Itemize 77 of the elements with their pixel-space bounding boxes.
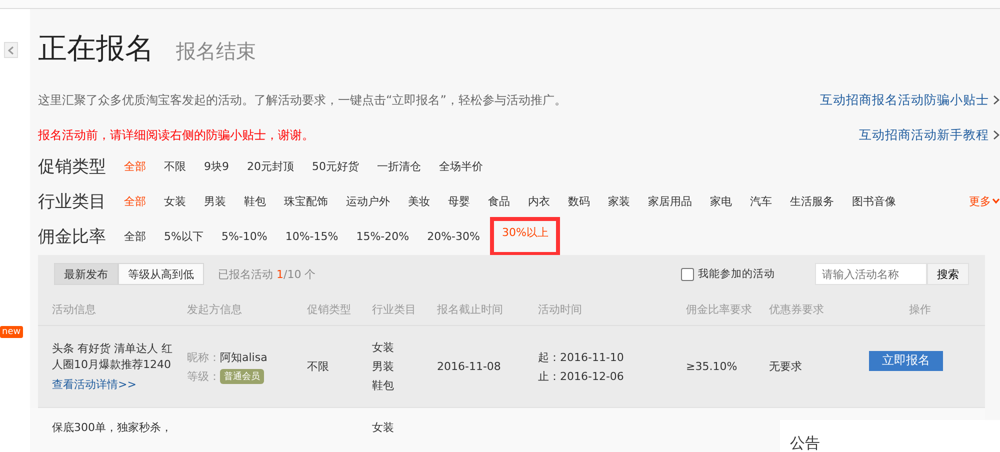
- filter-option[interactable]: 图书音像: [852, 190, 896, 212]
- filter-option[interactable]: 20%-30%: [427, 226, 480, 246]
- promo-type: 不限: [307, 359, 330, 374]
- filter-option[interactable]: 食品: [488, 190, 510, 212]
- filter-option[interactable]: 珠宝配饰: [284, 190, 328, 212]
- column-header: 促销类型: [307, 302, 352, 316]
- chevron-left-icon: [8, 46, 14, 54]
- sort-tab[interactable]: 等级从高到低: [118, 263, 204, 285]
- filter-option[interactable]: 家居用品: [648, 190, 692, 212]
- filter-option[interactable]: 50元好货: [312, 156, 359, 176]
- tips-link[interactable]: 互动招商报名活动防骗小贴士: [820, 92, 1000, 108]
- coupon-requirement: 无要求: [769, 359, 803, 374]
- column-header: 优惠券要求: [769, 302, 825, 316]
- chevron-right-icon: [993, 130, 1000, 140]
- activity-title: 头条 有好货 清单达人 红人圈10月爆款推荐1240: [52, 341, 174, 373]
- category: 女装: [372, 340, 395, 355]
- end-date: 止：2016-12-06: [538, 368, 625, 384]
- filter-option[interactable]: 家装: [608, 190, 630, 212]
- filter-option[interactable]: 10%-15%: [285, 226, 338, 246]
- filter-option[interactable]: 女装: [164, 190, 186, 212]
- checkbox-label: 我能参加的活动: [698, 267, 775, 281]
- column-header: 操作: [908, 302, 932, 316]
- filter-option[interactable]: 内衣: [528, 190, 550, 212]
- commission-rate: ≥35.10%: [686, 360, 738, 373]
- signup-button[interactable]: 立即报名: [869, 350, 943, 370]
- filter-option[interactable]: 20元封顶: [247, 156, 294, 176]
- caret-icon: [992, 198, 1000, 204]
- filter-option[interactable]: 15%-20%: [356, 226, 410, 246]
- filter-option[interactable]: 全场半价: [439, 156, 483, 176]
- search-button[interactable]: 搜索: [927, 263, 969, 285]
- filter-option[interactable]: 母婴: [448, 190, 470, 212]
- column-header: 活动信息: [52, 302, 97, 316]
- notice-title: 公告: [790, 434, 820, 452]
- filter-option[interactable]: 家电: [710, 190, 732, 212]
- category: 鞋包: [372, 378, 395, 393]
- filter-option[interactable]: 一折清仓: [377, 156, 421, 176]
- search-field[interactable]: 请输入活动名称: [815, 263, 927, 285]
- filter-option[interactable]: 汽车: [750, 190, 772, 212]
- sort-tab[interactable]: 最新发布: [54, 263, 118, 285]
- filter-option[interactable]: 美妆: [408, 190, 430, 212]
- details-link[interactable]: 查看活动详情>>: [52, 377, 187, 392]
- nickname-label: 昵称：: [187, 350, 220, 364]
- filter-option[interactable]: 数码: [568, 190, 590, 212]
- nickname: 阿知alisa: [220, 350, 268, 364]
- deadline: 2016-11-08: [437, 360, 502, 373]
- signup-count: 已报名活动 1/10 个: [218, 266, 316, 282]
- tutorial-link[interactable]: 互动招商活动新手教程: [859, 126, 1000, 144]
- column-header: 发起方信息: [187, 302, 243, 316]
- start-date: 起：2016-11-10: [538, 350, 625, 364]
- filter-label: 行业类目: [38, 190, 107, 212]
- filter-option[interactable]: 5%以下: [164, 226, 204, 246]
- filter-option[interactable]: 男装: [204, 190, 226, 212]
- intro-text: 这里汇聚了众多优质淘宝客发起的活动。了解活动要求，一键点击“立即报名”，轻松参与活动推广。: [38, 92, 566, 108]
- category: 女装: [372, 420, 395, 435]
- column-header: 活动时间: [538, 302, 583, 316]
- page-tab[interactable]: 正在报名: [38, 29, 154, 69]
- filter-option[interactable]: 生活服务: [790, 190, 834, 212]
- chevron-right-icon: [993, 95, 1000, 105]
- activity-title: 保底300单，独家秒杀，: [52, 420, 173, 436]
- filter-option[interactable]: 运动户外: [346, 190, 390, 212]
- level-label: 等级：: [187, 368, 220, 384]
- checkbox[interactable]: [681, 268, 694, 280]
- filter-option[interactable]: 不限: [164, 156, 186, 176]
- filter-label: 促销类型: [38, 156, 107, 178]
- warning-text: 报名活动前，请详细阅读右侧的防骗小贴士，谢谢。: [38, 126, 314, 144]
- column-header: 佣金比率要求: [686, 302, 753, 316]
- filter-option[interactable]: 5%-10%: [221, 226, 268, 246]
- column-header: 报名截止时间: [437, 302, 504, 316]
- collapse-button[interactable]: [4, 42, 18, 58]
- filter-label: 佣金比率: [38, 226, 107, 248]
- column-header: 行业类目: [372, 302, 417, 316]
- member-badge: 普通会员: [220, 368, 264, 384]
- filter-option[interactable]: 鞋包: [244, 190, 266, 212]
- category: 男装: [372, 359, 395, 374]
- filter-option[interactable]: 9块9: [204, 156, 229, 176]
- filter-option[interactable]: 全部: [124, 226, 146, 246]
- new-badge: new: [0, 326, 23, 338]
